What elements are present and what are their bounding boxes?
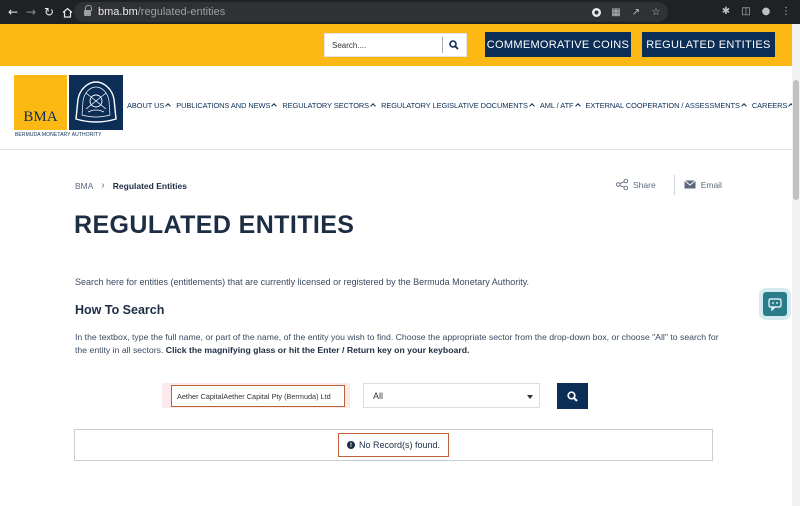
chat-widget-button[interactable] [763,292,787,316]
share-page-icon[interactable]: ↗ [628,4,644,20]
nav-regulatory-sectors[interactable]: REGULATORY SECTORS [282,101,376,110]
scrollbar-thumb[interactable] [793,80,799,200]
chevron-right-icon: › [101,180,105,191]
share-divider [673,174,675,195]
browser-toolbar: ← → ↻ bma.bm/regulated-entities ▦ ↗ ☆ ✱ … [0,0,800,24]
page-title: REGULATED ENTITIES [74,211,355,239]
nav-legislative-documents[interactable]: REGULATORY LEGISLATIVE DOCUMENTS [381,101,535,110]
chevron-up-icon [529,103,535,109]
sector-dropdown[interactable]: All [363,383,540,408]
how-to-search-heading: How To Search [75,303,165,317]
how-to-search-text: In the textbox, type the full name, or p… [75,331,725,357]
nav-label: PUBLICATIONS AND NEWS [176,101,271,110]
nav-careers[interactable]: CAREERS [751,101,795,110]
regulated-entities-button[interactable]: REGULATED ENTITIES [642,32,775,57]
nav-label: REGULATORY SECTORS [282,101,370,110]
nav-label: EXTERNAL COOPERATION / ASSESSMENTS [585,101,740,110]
bookmark-star-icon[interactable]: ☆ [648,4,664,20]
site-search [324,33,467,57]
extensions-icon[interactable]: ✱ [718,3,734,19]
exclamation-circle-icon: ! [346,441,355,449]
entity-name-input[interactable] [171,385,345,407]
nav-publications[interactable]: PUBLICATIONS AND NEWS [176,101,278,110]
no-records-message: ! No Record(s) found. [338,433,449,457]
email-icon[interactable] [683,180,696,189]
nav-label: REGULATORY LEGISLATIVE DOCUMENTS [381,101,528,110]
site-search-input[interactable] [325,40,442,50]
commemorative-coins-button[interactable]: COMMEMORATIVE COINS [485,32,631,57]
chevron-up-icon [370,103,376,109]
breadcrumb-current: Regulated Entities [112,180,187,191]
chevron-up-icon [574,103,581,109]
menu-icon[interactable]: ⋮ [778,3,794,19]
crest-logo-icon[interactable] [69,75,123,130]
breadcrumb-home[interactable]: BMA [75,181,93,191]
intro-text: Search here for entities (entitlements) … [75,277,530,287]
logo-abbr: BMA [23,109,58,125]
nav-label: CAREERS [751,101,788,110]
nav-external-cooperation[interactable]: EXTERNAL COOPERATION / ASSESSMENTS [585,101,747,110]
breadcrumb: BMA › Regulated Entities [75,180,187,191]
how-text-bold: Click the magnifying glass or hit the En… [165,345,470,355]
bma-logo[interactable]: BMA [14,75,67,130]
address-bar[interactable]: bma.bm/regulated-entities ▦ ↗ ☆ [74,2,668,22]
nav-aml-atf[interactable]: AML / ATF [539,101,581,110]
email-link[interactable]: Email [701,180,722,190]
nav-about-us[interactable]: ABOUT US [127,101,172,110]
main-navigation: ABOUT US PUBLICATIONS AND NEWS REGULATOR… [127,101,795,110]
reload-icon[interactable]: ↻ [40,3,58,21]
chat-bubble-icon [768,297,782,311]
search-icon [449,40,460,50]
share-tools: Share Email [616,174,722,195]
lock-icon [84,5,92,16]
caret-down-icon [527,395,533,399]
share-link[interactable]: Share [633,180,656,190]
logo-full-name: BERMUDA MONETARY AUTHORITY [15,132,102,138]
nav-label: ABOUT US [127,101,165,110]
utility-bar: COMMEMORATIVE COINS REGULATED ENTITIES [0,24,792,66]
page-scrollbar[interactable] [792,24,800,506]
forward-icon[interactable]: → [22,3,40,21]
share-icon[interactable] [616,179,628,190]
site-header: BMA BERMUDA MONETARY AUTHORITY ABOUT US … [0,66,795,150]
site-search-button[interactable] [443,34,466,56]
url-host: bma.bm [98,6,138,18]
chevron-up-icon [271,103,278,109]
google-lens-icon[interactable] [588,4,604,20]
chevron-up-icon [741,103,747,109]
profile-icon[interactable]: ● [758,3,774,19]
chevron-up-icon [165,103,172,109]
sector-selected-value: All [373,390,384,401]
translate-icon[interactable]: ▦ [608,4,624,20]
back-icon[interactable]: ← [4,3,22,21]
nav-label: AML / ATF [539,101,574,110]
side-panel-icon[interactable]: ◫ [738,3,754,19]
url-path: /regulated-entities [137,6,226,18]
search-icon [567,390,578,402]
no-records-text: No Record(s) found. [358,440,441,450]
entity-search-button[interactable] [557,383,588,409]
